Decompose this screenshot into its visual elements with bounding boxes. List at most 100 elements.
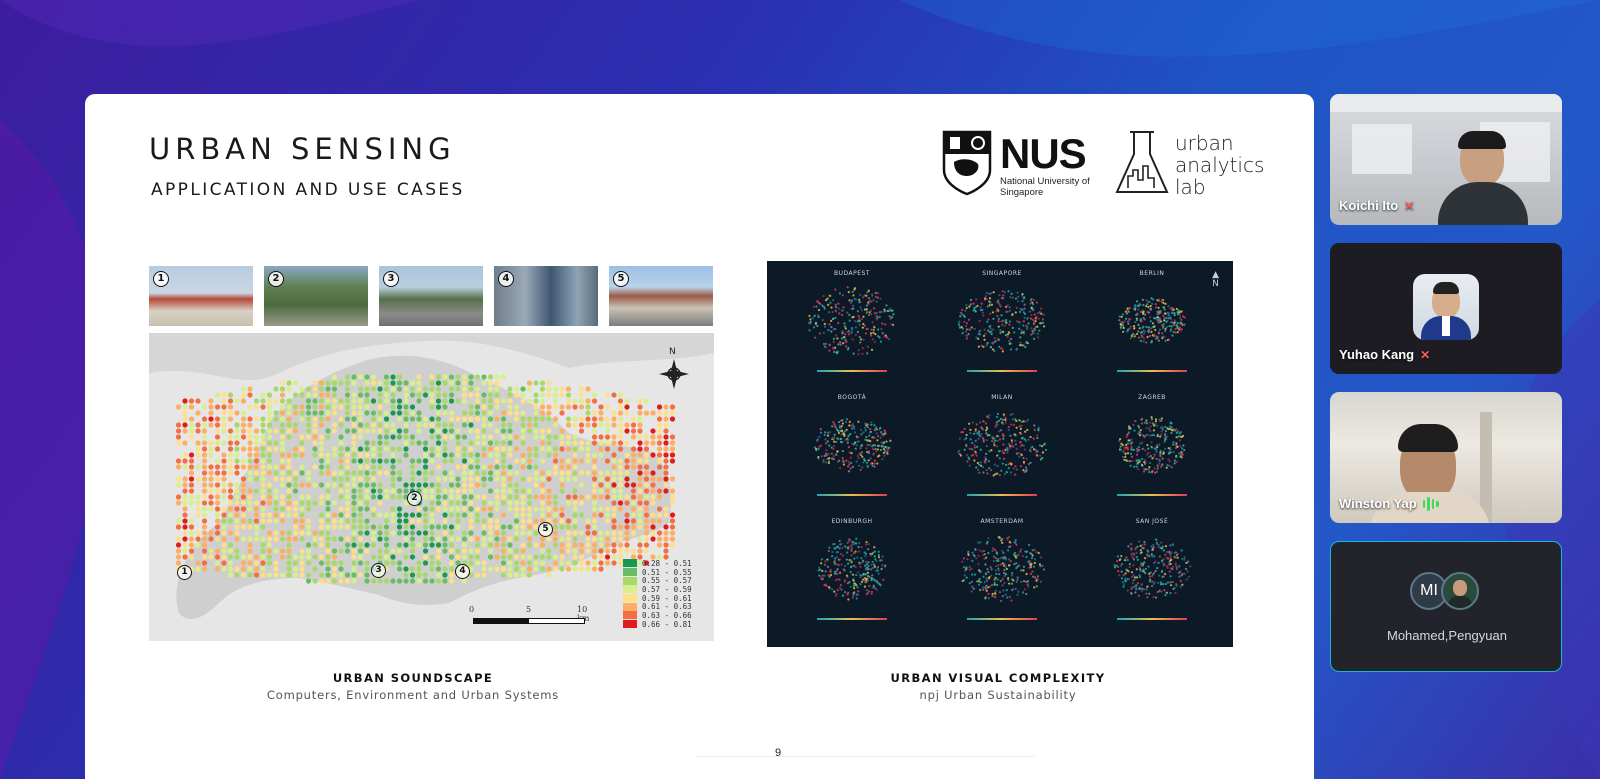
participant-tile-yuhao-kang[interactable]: Yuhao Kang ✕: [1330, 243, 1562, 374]
hex-cell: [240, 416, 247, 422]
hex-cell: [383, 374, 390, 380]
legend-label: 0.59 - 0.61: [642, 593, 692, 603]
hex-cell: [513, 482, 520, 488]
hex-cell: [260, 464, 266, 470]
hex-cell: [240, 536, 247, 542]
hex-cell: [266, 482, 273, 488]
hex-cell: [344, 416, 351, 422]
participant-tile-winston-yap[interactable]: Winston Yap: [1330, 392, 1562, 523]
hex-cell: [175, 536, 182, 542]
hex-cell: [552, 566, 559, 572]
hex-cell: [494, 476, 500, 482]
hex-cell: [572, 506, 578, 512]
hex-cell: [182, 428, 188, 434]
hex-cell: [442, 380, 448, 386]
hex-cell: [630, 530, 637, 536]
city-color-scale: [1117, 618, 1187, 620]
hex-cell: [643, 542, 650, 548]
hex-cell: [598, 482, 604, 488]
hex-cell: [234, 536, 240, 542]
hex-cell: [669, 434, 676, 440]
hex-cell: [572, 566, 578, 572]
hex-cell: [455, 386, 461, 392]
hex-cell: [396, 530, 403, 536]
hex-cell: [240, 410, 247, 416]
hex-cell: [364, 566, 370, 572]
north-label: N: [669, 347, 676, 357]
hex-cell: [533, 464, 539, 470]
hex-cell: [182, 422, 188, 428]
hex-cell: [468, 524, 474, 530]
hex-cell: [409, 512, 416, 518]
hex-cell: [175, 464, 182, 470]
hex-cell: [266, 512, 273, 518]
hex-cell: [643, 476, 650, 482]
hex-cell: [312, 542, 318, 548]
hex-cell: [461, 578, 468, 584]
hex-cell: [338, 416, 344, 422]
hex-cell: [234, 440, 240, 446]
hex-cell: [247, 464, 253, 470]
hex-cell: [409, 470, 416, 476]
hex-cell: [513, 572, 520, 578]
hex-cell: [435, 398, 442, 404]
hex-cell: [416, 530, 422, 536]
hex-cell: [364, 410, 370, 416]
hex-cell: [195, 446, 201, 452]
hex-cell: [617, 500, 624, 506]
hex-cell: [396, 524, 403, 530]
avatar: [1413, 274, 1479, 340]
hex-cell: [572, 476, 578, 482]
hex-cell: [611, 494, 617, 500]
hex-cell: [234, 530, 240, 536]
hex-cell: [663, 482, 669, 488]
hex-cell: [552, 494, 559, 500]
hex-cell: [318, 392, 325, 398]
hex-cell: [221, 566, 227, 572]
hex-cell: [351, 398, 357, 404]
hex-cell: [429, 494, 435, 500]
hex-cell: [539, 548, 546, 554]
hex-cell: [221, 482, 227, 488]
hex-cell: [630, 464, 637, 470]
hex-cell: [247, 416, 253, 422]
hex-cell: [617, 542, 624, 548]
hex-cell: [585, 524, 591, 530]
legend-swatch: [623, 602, 637, 611]
hex-cell: [578, 500, 585, 506]
hex-cell: [637, 494, 643, 500]
hex-cell: [357, 428, 364, 434]
hex-cell: [559, 524, 565, 530]
hex-cell: [403, 530, 409, 536]
participant-tile-koichi-ito[interactable]: Koichi Ito ✕: [1330, 94, 1562, 225]
hex-cell: [344, 494, 351, 500]
hex-cell: [227, 548, 234, 554]
hex-cell: [429, 458, 435, 464]
hex-cell: [403, 410, 409, 416]
hex-cell: [240, 428, 247, 434]
hex-cell: [221, 506, 227, 512]
hex-cell: [617, 476, 624, 482]
hex-cell: [221, 524, 227, 530]
hex-cell: [370, 452, 377, 458]
hex-cell: [559, 386, 565, 392]
hex-cell: [611, 554, 617, 560]
hex-cell: [474, 398, 481, 404]
participant-tile-grouped[interactable]: MI Mohamed,Pengyuan: [1330, 541, 1562, 672]
hex-cell: [390, 470, 396, 476]
hex-cell: [403, 398, 409, 404]
hex-cell: [286, 530, 292, 536]
hex-cell: [487, 488, 494, 494]
hex-cell: [227, 440, 234, 446]
hex-cell: [572, 398, 578, 404]
hex-cell: [578, 404, 585, 410]
hex-cell: [377, 386, 383, 392]
hex-cell: [624, 452, 630, 458]
hex-cell: [390, 512, 396, 518]
hex-cell: [442, 392, 448, 398]
hex-cell: [468, 470, 474, 476]
hex-cell: [344, 392, 351, 398]
hex-cell: [500, 524, 507, 530]
hex-cell: [474, 428, 481, 434]
hex-cell: [338, 566, 344, 572]
